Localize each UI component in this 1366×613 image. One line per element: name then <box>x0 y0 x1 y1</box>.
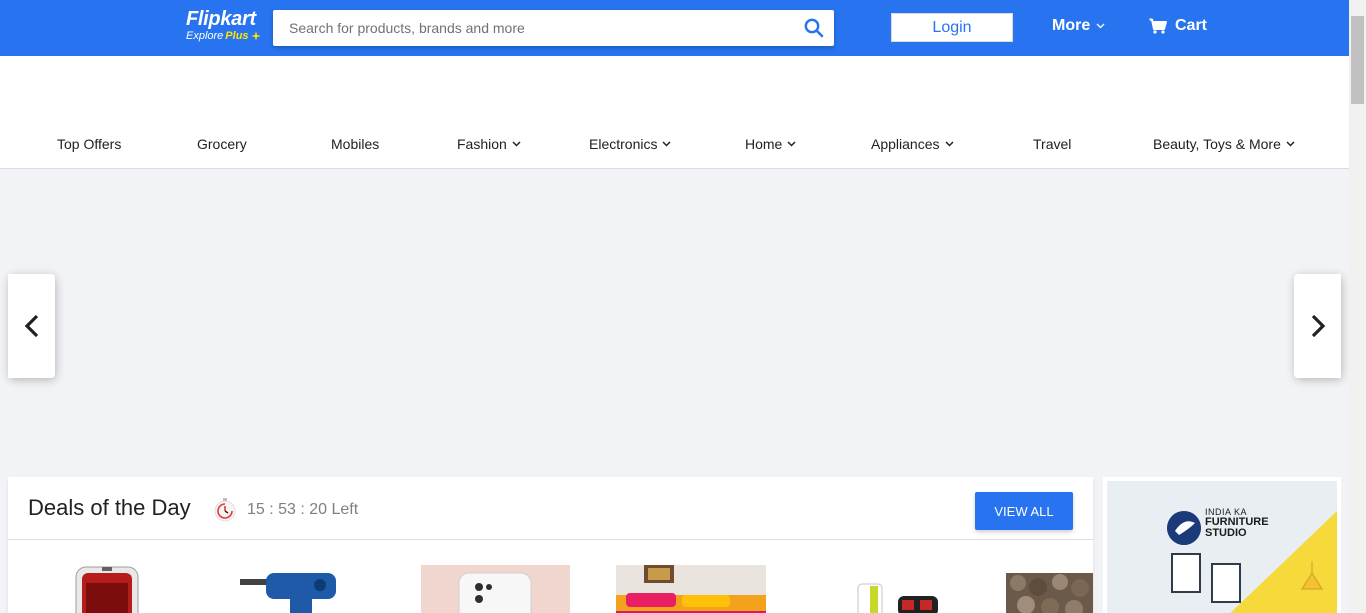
nav-item-appliances[interactable]: Appliances <box>871 136 954 152</box>
logo-tagline: Explore Plus <box>186 30 266 42</box>
furniture-promo-banner[interactable]: INDIA KA FURNITURE STUDIO <box>1103 477 1341 613</box>
logo-tagline-explore: Explore <box>186 30 224 42</box>
search-icon <box>804 18 824 38</box>
promo-line3: STUDIO <box>1205 527 1247 539</box>
page-scrollbar[interactable] <box>1349 0 1366 613</box>
nav-item-label: Mobiles <box>331 136 380 152</box>
chevron-down-icon <box>662 141 671 147</box>
deals-timer: 15 : 53 : 20 Left <box>213 497 358 523</box>
nav-item-travel[interactable]: Travel <box>1033 136 1071 152</box>
page: Flipkart Explore Plus Login More <box>0 0 1366 613</box>
product-image-drill[interactable] <box>240 569 350 613</box>
chevron-down-icon <box>1286 141 1295 147</box>
clock-icon <box>214 498 236 522</box>
chevron-right-icon <box>1311 314 1325 338</box>
nav-item-label: Home <box>745 136 783 152</box>
chevron-down-icon <box>512 141 521 147</box>
nav-item-beauty-toys-more[interactable]: Beauty, Toys & More <box>1153 136 1295 152</box>
chevron-down-icon <box>944 141 954 147</box>
more-label: More <box>1052 17 1091 34</box>
nav-item-label: Beauty, Toys & More <box>1153 136 1281 152</box>
scrollbar-thumb[interactable] <box>1351 16 1364 104</box>
lamp-icon <box>1301 561 1323 590</box>
deals-timer-text: 15 : 53 : 20 Left <box>247 501 359 518</box>
chevron-down-icon <box>1096 23 1105 29</box>
chevron-left-icon <box>24 314 38 338</box>
search-input[interactable] <box>273 10 793 46</box>
top-header: Flipkart Explore Plus Login More <box>0 0 1349 56</box>
product-image-phone-case[interactable] <box>72 565 142 613</box>
chevron-down-icon <box>787 141 796 147</box>
cart-label: Cart <box>1175 17 1208 34</box>
product-image-accessory[interactable] <box>854 582 944 613</box>
nav-item-mobiles[interactable]: Mobiles <box>331 136 379 152</box>
cart-link[interactable]: Cart <box>1149 17 1207 35</box>
category-nav: Top Offers Grocery Mobiles Fashion Elect… <box>0 56 1349 169</box>
search-button[interactable] <box>802 16 826 40</box>
furniture-logo-icon <box>1167 511 1201 545</box>
flipkart-logo[interactable]: Flipkart Explore Plus <box>186 8 266 48</box>
plus-star-icon <box>250 31 261 41</box>
promo-wall-frame <box>1211 563 1241 603</box>
deals-of-the-day: Deals of the Day 15 : 53 : 20 Left VIEW … <box>8 477 1093 613</box>
logo-tagline-plus: Plus <box>225 30 249 42</box>
deals-title: Deals of the Day <box>28 495 191 520</box>
cart-icon <box>1149 18 1167 34</box>
nav-item-label: Travel <box>1033 136 1072 152</box>
carousel-next-button[interactable] <box>1294 274 1341 378</box>
promo-text: INDIA KA FURNITURE STUDIO <box>1205 507 1269 539</box>
view-all-button[interactable]: VIEW ALL <box>975 492 1073 530</box>
banner-carousel <box>0 169 1349 469</box>
nav-item-grocery[interactable]: Grocery <box>197 136 247 152</box>
nav-item-label: Electronics <box>589 136 658 152</box>
nav-item-electronics[interactable]: Electronics <box>589 136 671 152</box>
nav-item-top-offers[interactable]: Top Offers <box>57 136 121 152</box>
nav-item-home[interactable]: Home <box>745 136 796 152</box>
promo-wall-frame <box>1171 553 1201 593</box>
nav-item-label: Fashion <box>457 136 507 152</box>
more-menu[interactable]: More <box>1052 17 1105 35</box>
search-bar <box>273 10 834 46</box>
login-button[interactable]: Login <box>891 13 1013 42</box>
product-image-bedsheet[interactable] <box>616 565 766 613</box>
carousel-prev-button[interactable] <box>8 274 55 378</box>
promo-image: INDIA KA FURNITURE STUDIO <box>1107 481 1337 613</box>
logo-brand: Flipkart <box>186 8 256 30</box>
nav-item-label: Top Offers <box>57 136 122 152</box>
nav-item-label: Appliances <box>871 136 940 152</box>
nav-item-fashion[interactable]: Fashion <box>457 136 521 152</box>
product-image-stone[interactable] <box>1006 573 1093 613</box>
deals-header: Deals of the Day 15 : 53 : 20 Left VIEW … <box>8 477 1093 540</box>
product-image-phone[interactable] <box>421 565 570 613</box>
nav-item-label: Grocery <box>197 136 247 152</box>
